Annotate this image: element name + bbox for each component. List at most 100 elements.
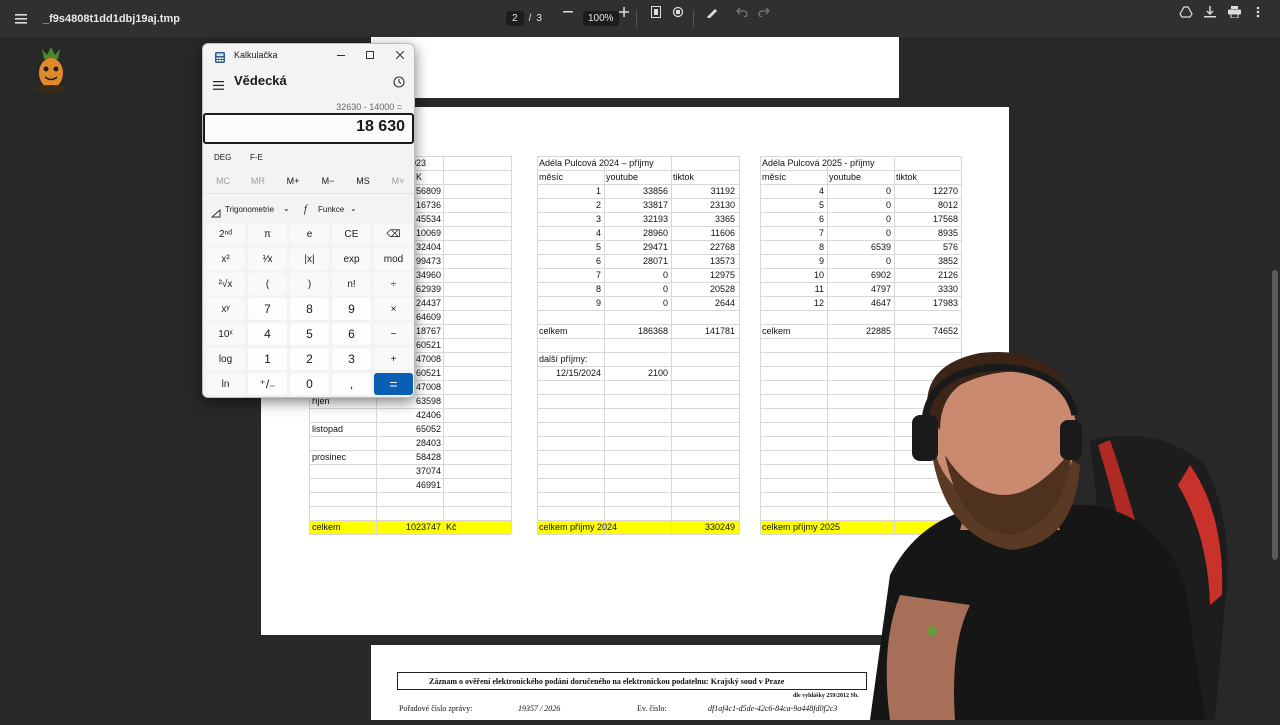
table2025-header: youtube: [829, 172, 862, 182]
grid-line: [511, 156, 512, 534]
calc-key[interactable]: 3: [332, 348, 371, 370]
table2024-cell: 8: [595, 284, 601, 294]
table2025-cell: 576: [942, 242, 958, 252]
calc-key[interactable]: ,: [332, 373, 371, 395]
calc-key[interactable]: =: [374, 373, 413, 395]
table2024-total-tiktok: 141781: [704, 326, 735, 336]
calc-key[interactable]: 9: [332, 298, 371, 320]
calc-key[interactable]: ÷: [374, 273, 413, 295]
page-number-input[interactable]: 2: [506, 11, 524, 26]
func-chevron-down-icon[interactable]: ⌄: [350, 204, 357, 213]
download-icon[interactable]: [1198, 0, 1222, 24]
calc-key[interactable]: ⁺/₋: [248, 373, 287, 395]
deg-toggle[interactable]: DEG: [214, 153, 231, 162]
calc-key[interactable]: xʸ: [206, 298, 245, 320]
trig-dropdown[interactable]: Trigonometrie: [225, 205, 274, 214]
calc-key[interactable]: n!: [332, 273, 371, 295]
fit-page-icon[interactable]: [644, 0, 668, 24]
table2024-cell: 3365: [714, 214, 735, 224]
table2025-cell: 0: [885, 256, 891, 266]
calc-key[interactable]: (: [248, 273, 287, 295]
function-icon: f: [304, 204, 307, 215]
table2024-cell: 0: [662, 284, 668, 294]
table2024-cell: 28071: [642, 256, 668, 266]
hamburger-icon[interactable]: [213, 77, 224, 95]
calc-key[interactable]: ¹⁄x: [248, 248, 287, 270]
calc-key[interactable]: −: [374, 323, 413, 345]
calc-key[interactable]: 7: [248, 298, 287, 320]
table2023-value: 58428: [415, 452, 441, 462]
redo-icon[interactable]: [752, 0, 776, 24]
minimize-icon[interactable]: [335, 48, 347, 62]
calc-key[interactable]: 2ⁿᵈ: [206, 223, 245, 245]
table2025-cell: 17568: [932, 214, 958, 224]
calc-key[interactable]: +: [374, 348, 413, 370]
table2024-cell: 20528: [709, 284, 735, 294]
func-dropdown[interactable]: Funkce: [318, 205, 344, 214]
table2024-cell: 29471: [642, 242, 668, 252]
calc-key[interactable]: 6: [332, 323, 371, 345]
table2025-total-label: celkem: [762, 326, 791, 336]
undo-icon[interactable]: [730, 0, 754, 24]
menu-icon[interactable]: [8, 0, 34, 37]
calc-key[interactable]: 0: [290, 373, 329, 395]
grid-line: [537, 310, 739, 311]
close-icon[interactable]: [394, 48, 406, 62]
grid-line: [537, 338, 739, 339]
more-options-icon[interactable]: [1246, 0, 1270, 24]
calc-key[interactable]: 1: [248, 348, 287, 370]
calc-key[interactable]: 2: [290, 348, 329, 370]
calc-key[interactable]: ²√x: [206, 273, 245, 295]
calculator-window[interactable]: Kalkulačka Vědecká 32630 - 14000 = 18 63…: [202, 43, 415, 398]
calc-key[interactable]: 5: [290, 323, 329, 345]
drive-icon[interactable]: [1174, 0, 1198, 24]
print-icon[interactable]: [1222, 0, 1246, 24]
calculator-title: Kalkulačka: [234, 50, 278, 60]
table2025-cell: 0: [885, 186, 891, 196]
table2023-value: 65052: [415, 424, 441, 434]
calc-key[interactable]: x²: [206, 248, 245, 270]
calc-key[interactable]: e: [290, 223, 329, 245]
calc-key[interactable]: ): [290, 273, 329, 295]
memory-button[interactable]: MR: [242, 170, 274, 192]
calc-key[interactable]: mod: [374, 248, 413, 270]
calc-key[interactable]: ×: [374, 298, 413, 320]
table2024-cell: 32193: [642, 214, 668, 224]
table2024-grand-value: 330249: [704, 522, 735, 532]
history-icon[interactable]: [393, 75, 405, 93]
calc-key[interactable]: 10ˣ: [206, 323, 245, 345]
rotate-icon[interactable]: [666, 0, 690, 24]
calc-key[interactable]: 4: [248, 323, 287, 345]
table2024-other-value: 2100: [647, 368, 668, 378]
memory-button[interactable]: MC: [207, 170, 239, 192]
zoom-out-icon[interactable]: [556, 0, 580, 24]
table2024-cell: 11606: [710, 228, 735, 238]
table2024-other-label: další příjmy:: [539, 354, 588, 364]
calc-key[interactable]: |x|: [290, 248, 329, 270]
doc-heading: Záznam o ověření elektronického podání d…: [429, 677, 785, 686]
table2024-cell: 31192: [710, 186, 735, 196]
table2023-value: 37074: [415, 466, 441, 476]
trig-chevron-down-icon[interactable]: ⌄: [283, 204, 290, 213]
memory-button[interactable]: M−: [312, 170, 344, 192]
document-title: _f9s4808t1dd1dbj19aj.tmp: [43, 12, 180, 25]
grid-line: [537, 492, 739, 493]
calc-key[interactable]: ⌫: [374, 223, 413, 245]
calc-key[interactable]: ln: [206, 373, 245, 395]
table2023-month: listopad: [312, 424, 344, 434]
zoom-in-icon[interactable]: [612, 0, 636, 24]
draw-icon[interactable]: [700, 0, 724, 24]
calc-key[interactable]: CE: [332, 223, 371, 245]
table2023-subheader: K: [416, 172, 423, 182]
calc-key[interactable]: π: [248, 223, 287, 245]
memory-button[interactable]: M+: [277, 170, 309, 192]
maximize-icon[interactable]: [364, 48, 376, 62]
grid-line: [309, 492, 511, 493]
calc-key[interactable]: exp: [332, 248, 371, 270]
memory-button[interactable]: M˅: [382, 170, 414, 192]
calc-key[interactable]: log: [206, 348, 245, 370]
calc-key[interactable]: 8: [290, 298, 329, 320]
memory-button[interactable]: MS: [347, 170, 379, 192]
pdf-toolbar: _f9s4808t1dd1dbj19aj.tmp 2 / 3 100%: [0, 0, 1280, 37]
fe-toggle[interactable]: F-E: [250, 153, 263, 162]
